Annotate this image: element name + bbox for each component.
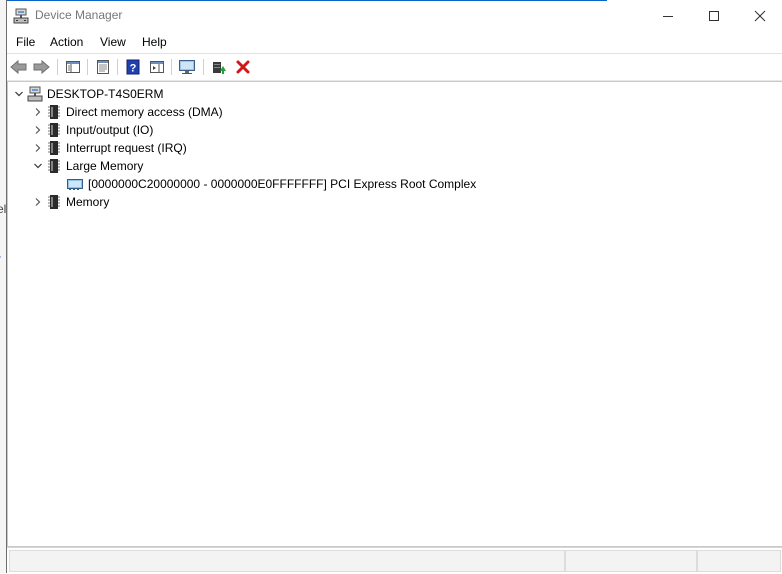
device-manager-window: Device Manager File Action View Help ? D… [6,0,782,574]
toolbar-separator [87,59,88,75]
action-pane-button[interactable] [147,57,167,77]
minimize-button[interactable] [645,0,691,31]
minimize-icon [663,15,673,17]
close-button[interactable] [737,0,782,31]
menu-action[interactable]: Action [50,35,83,49]
chevron-right-icon[interactable] [30,193,46,211]
device-manager-icon [13,8,29,24]
toolbar-separator [57,59,58,75]
chevron-down-icon[interactable] [11,85,27,103]
forward-button[interactable] [31,57,51,77]
tree-node-label: Direct memory access (DMA) [66,105,223,119]
help-icon: ? [126,59,140,75]
maximize-button[interactable] [691,0,737,31]
chevron-down-icon[interactable] [30,157,46,175]
computer-icon [27,86,43,102]
maximize-icon [709,10,719,21]
update-driver-icon [213,62,226,74]
tree-leaf-label: [0000000C20000000 - 0000000E0FFFFFFF] PC… [88,177,477,191]
show-hide-console-tree-button[interactable] [63,57,83,77]
properties-button[interactable] [93,57,113,77]
tree-node-label: Memory [66,195,110,209]
background-text: r [0,252,1,266]
tree-node-io[interactable]: Input/output (IO) [30,121,153,139]
status-cell [9,550,565,572]
menu-bar: File Action View Help [7,31,782,53]
chevron-right-icon[interactable] [30,139,46,157]
action-pane-icon [150,61,164,73]
svg-text:?: ? [130,63,137,75]
memory-chip-icon [46,122,62,138]
show-hide-console-tree-icon [66,61,80,73]
update-driver-button[interactable] [209,57,229,77]
chevron-right-icon[interactable] [30,103,46,121]
back-arrow-icon [10,59,27,75]
status-cell [565,550,697,572]
back-button[interactable] [9,57,29,77]
tree-root-label: DESKTOP-T4S0ERM [47,87,164,101]
help-button[interactable]: ? [123,57,143,77]
forward-arrow-icon [33,59,50,75]
toolbar-separator [171,59,172,75]
tree-node-dma[interactable]: Direct memory access (DMA) [30,103,223,121]
title-bar[interactable]: Device Manager [7,0,782,31]
tree-leaf-pci-root-complex[interactable]: [0000000C20000000 - 0000000E0FFFFFFF] PC… [66,175,476,193]
memory-chip-icon [46,194,62,210]
close-icon [754,10,766,21]
menu-help[interactable]: Help [142,35,167,49]
chevron-right-icon[interactable] [30,121,46,139]
menu-file[interactable]: File [16,35,35,49]
menu-view[interactable]: View [100,35,126,49]
monitor-icon [179,60,195,74]
toolbar-separator [203,59,204,75]
memory-chip-icon [46,158,62,174]
pci-device-icon [66,176,84,192]
toolbar: ? [7,53,782,81]
window-title: Device Manager [35,8,123,22]
properties-icon [97,60,109,74]
status-bar [7,547,782,574]
memory-chip-icon [46,104,62,120]
status-cell [697,550,781,572]
scan-hardware-button[interactable] [177,57,197,77]
tree-root[interactable]: DESKTOP-T4S0ERM [11,85,163,103]
tree-node-large-memory[interactable]: Large Memory [30,157,143,175]
toolbar-separator [117,59,118,75]
tree-node-memory[interactable]: Memory [30,193,109,211]
tree-node-label: Interrupt request (IRQ) [66,141,187,155]
tree-node-label: Large Memory [66,159,144,173]
tree-node-label: Input/output (IO) [66,123,154,137]
uninstall-device-button[interactable] [233,57,253,77]
memory-chip-icon [46,140,62,156]
tree-node-irq[interactable]: Interrupt request (IRQ) [30,139,187,157]
uninstall-device-icon [236,60,250,74]
accent-line [7,0,607,1]
device-tree[interactable]: DESKTOP-T4S0ERM Direct memory access (DM… [7,81,782,547]
